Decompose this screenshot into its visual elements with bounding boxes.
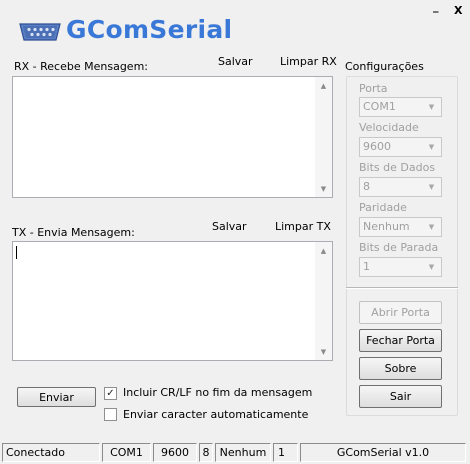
speed-label: Velocidade	[359, 121, 419, 134]
parity-value: Nenhum	[363, 220, 410, 233]
databits-select[interactable]: 8 ▼	[359, 177, 442, 197]
dropdown-arrow-icon[interactable]: ▼	[424, 180, 439, 194]
status-port: COM1	[102, 443, 151, 462]
send-button[interactable]: Enviar	[17, 387, 96, 407]
serial-port-connector-icon	[19, 23, 61, 41]
dropdown-arrow-icon[interactable]: ▼	[424, 260, 439, 274]
stopbits-select[interactable]: 1 ▼	[359, 257, 442, 277]
parity-label: Paridade	[359, 201, 407, 214]
databits-label: Bits de Dados	[359, 161, 436, 174]
dropdown-arrow-icon[interactable]: ▼	[424, 140, 439, 154]
crlf-checkbox[interactable]: ✓	[104, 387, 117, 400]
rx-scrollbar[interactable]: ▲ ▼	[315, 77, 332, 197]
crlf-label: Incluir CR/LF no fim da mensagem	[123, 386, 313, 399]
port-select[interactable]: COM1 ▼	[359, 97, 442, 117]
speed-select[interactable]: 9600 ▼	[359, 137, 442, 157]
stopbits-value: 1	[363, 260, 370, 273]
tx-label: TX - Envia Mensagem:	[12, 226, 135, 239]
config-separator	[346, 287, 458, 289]
scroll-up-arrow-icon[interactable]: ▲	[315, 77, 332, 94]
exit-button[interactable]: Sair	[359, 385, 442, 408]
rx-clear-button[interactable]: Limpar RX	[280, 55, 337, 68]
auto-send-label: Enviar caracter automaticamente	[123, 408, 309, 421]
tx-scrollbar[interactable]: ▲ ▼	[315, 242, 332, 360]
speed-value: 9600	[363, 140, 391, 153]
tx-clear-button[interactable]: Limpar TX	[275, 220, 331, 233]
databits-value: 8	[363, 180, 370, 193]
status-parity: Nenhum	[215, 443, 271, 462]
rx-save-button[interactable]: Salvar	[218, 55, 253, 68]
scroll-up-arrow-icon[interactable]: ▲	[315, 242, 332, 259]
stopbits-label: Bits de Parada	[359, 241, 439, 254]
text-cursor	[16, 246, 17, 259]
scroll-down-arrow-icon[interactable]: ▼	[315, 343, 332, 360]
port-value: COM1	[363, 100, 396, 113]
status-connection: Conectado	[2, 443, 100, 462]
status-databits: 8	[199, 443, 213, 462]
tx-save-button[interactable]: Salvar	[212, 220, 247, 233]
dropdown-arrow-icon[interactable]: ▼	[424, 220, 439, 234]
status-speed: 9600	[153, 443, 197, 462]
tx-textarea[interactable]: ▲ ▼	[12, 241, 333, 361]
close-button[interactable]: X	[454, 4, 462, 17]
auto-send-checkbox[interactable]	[104, 408, 117, 421]
port-label: Porta	[359, 82, 388, 95]
scroll-down-arrow-icon[interactable]: ▼	[315, 180, 332, 197]
close-port-button[interactable]: Fechar Porta	[359, 329, 442, 352]
rx-textarea[interactable]: ▲ ▼	[12, 76, 333, 198]
status-bar: Conectado COM1 9600 8 Nenhum 1 GComSeria…	[0, 443, 470, 464]
about-button[interactable]: Sobre	[359, 357, 442, 380]
minimize-button[interactable]: _	[433, 0, 439, 13]
dropdown-arrow-icon[interactable]: ▼	[424, 100, 439, 114]
config-title: Configurações	[345, 60, 424, 73]
status-version: GComSerial v1.0	[300, 443, 466, 462]
app-title: GComSerial	[66, 15, 233, 44]
rx-label: RX - Recebe Mensagem:	[14, 60, 148, 73]
parity-select[interactable]: Nenhum ▼	[359, 217, 442, 237]
status-stopbits: 1	[273, 443, 298, 462]
open-port-button[interactable]: Abrir Porta	[359, 301, 442, 324]
